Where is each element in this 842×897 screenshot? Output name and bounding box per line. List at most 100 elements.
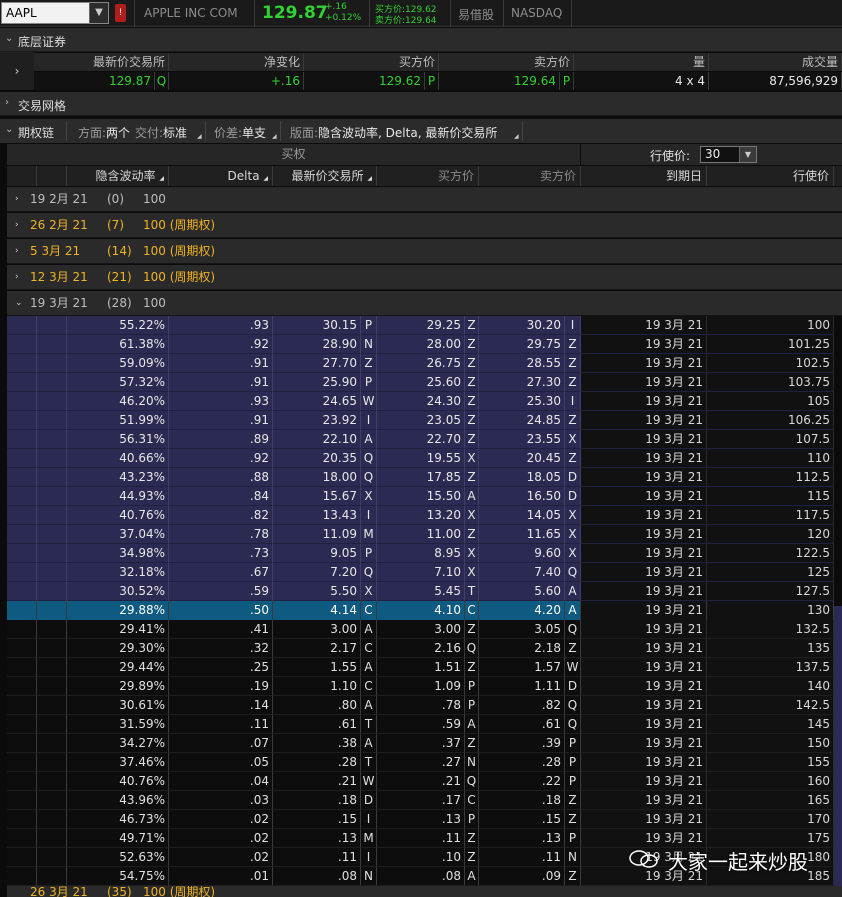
col-header-expiry[interactable]: 到期日	[581, 166, 707, 186]
expiry-cell: 19 3月 21	[581, 373, 707, 392]
chevron-down-icon[interactable]: ⌄	[5, 124, 13, 135]
option-row[interactable]: 40.76% .04.21 W .21 Q .22 P 19 3月 21 160	[7, 772, 842, 791]
expiration-row[interactable]: 26 3月 21 (35) 100 (周期权)	[7, 886, 842, 897]
side-selector[interactable]: 方面:两个	[78, 124, 130, 141]
strikes-count-select[interactable]: 30 ▼	[700, 146, 757, 163]
option-row[interactable]: 46.73% .02.15 I .13 P .15 Z 19 3月 21 170	[7, 810, 842, 829]
blank-cell	[7, 791, 37, 810]
expiry-cell: 19 3月 21	[581, 487, 707, 506]
spread-selector[interactable]: 价差:单支	[214, 124, 266, 141]
option-row[interactable]: 57.32% .91 25.90 P 25.60 Z 27.30 Z 19 3月 21 103.7…	[7, 373, 842, 392]
col-header-net-change[interactable]: 净变化	[169, 53, 304, 71]
underlying-bid-exchange: P	[425, 72, 439, 90]
last-price-cell: 1.55	[273, 658, 361, 677]
blank-cell	[37, 772, 67, 791]
iv-cell: 30.52%	[67, 582, 169, 601]
strike-cell: 122.5	[707, 544, 834, 563]
col-header-ask[interactable]: 卖方价	[439, 53, 574, 71]
spread-value: 单支	[242, 126, 267, 140]
ask-cell: 25.30	[479, 392, 565, 411]
delta-cell: .59	[169, 582, 273, 601]
option-row[interactable]: 51.99% .91 23.92 I 23.05 Z 24.85 Z 19 3月 21 106.2…	[7, 411, 842, 430]
bid-exchange-cell: N	[465, 753, 479, 772]
option-row[interactable]: 31.59% .11.61 T .59 A .61 Q 19 3月 21 145	[7, 715, 842, 734]
expiration-row[interactable]: › 12 3月 21 (21) 100 (周期权)	[7, 265, 842, 290]
ask-cell: 27.30	[479, 373, 565, 392]
blank-cell	[7, 810, 37, 829]
expiration-date: 5 3月 21	[30, 244, 81, 258]
option-row[interactable]: 56.31% .89 22.10 A 22.70 Z 23.55 X 19 3月 21 107.5	[7, 430, 842, 449]
layout-selector[interactable]: 版面:隐含波动率, Delta, 最新价交易所	[290, 124, 497, 141]
option-row[interactable]: 29.30% .32 2.17 C 2.16 Q 2.18 Z 19 3月 21 135	[7, 639, 842, 658]
option-row[interactable]: 43.23% .88 18.00 Q 17.85 Z 18.05 D 19 3月 21 112.5	[7, 468, 842, 487]
option-row[interactable]: 40.76% .82 13.43 I 13.20 X 14.05 X 19 3月 21 117.5	[7, 506, 842, 525]
section-title: 底层证券	[18, 35, 67, 49]
iv-cell: 29.30%	[67, 639, 169, 658]
col-header-size[interactable]: 量	[574, 53, 709, 71]
strike-cell: 145	[707, 715, 834, 734]
last-price-cell: .11	[273, 848, 361, 867]
option-row[interactable]: 46.20% .93 24.65 W 24.30 Z 25.30 I 19 3月 21 105	[7, 392, 842, 411]
option-row[interactable]: 37.46% .05.28 T .27 N .28 P 19 3月 21 155	[7, 753, 842, 772]
hard-to-borrow-label: 易借股	[458, 8, 495, 22]
divider	[503, 0, 504, 27]
col-header-iv[interactable]: 隐含波动率 ◢	[67, 166, 169, 186]
ask-cell: .13	[479, 829, 565, 848]
option-row[interactable]: 44.93% .84 15.67 X 15.50 A 16.50 D 19 3月 21 115	[7, 487, 842, 506]
chevron-right-icon[interactable]: ›	[0, 52, 34, 90]
last-price-cell: 28.90	[273, 335, 361, 354]
puts-edge	[834, 658, 842, 677]
col-header-ask[interactable]: 卖方价	[479, 166, 581, 186]
option-row[interactable]: 37.04% .78 11.09 M 11.00 Z 11.65 X 19 3月 21 120	[7, 525, 842, 544]
side-label: 方面:	[78, 126, 107, 140]
col-header-volume[interactable]: 成交量	[709, 53, 842, 71]
option-row[interactable]: 59.09% .91 27.70 Z 26.75 Z 28.55 Z 19 3月 21 102.5	[7, 354, 842, 373]
last-price-cell: 11.09	[273, 525, 361, 544]
alert-icon[interactable]: !	[115, 4, 126, 22]
option-row[interactable]: 29.89% .19 1.10 C 1.09 P 1.11 D 19 3月 21 140	[7, 677, 842, 696]
blank-cell	[7, 487, 37, 506]
bid-exchange-cell: Z	[465, 468, 479, 487]
expiry-type-selector[interactable]: 交付:标准	[135, 124, 187, 141]
expiration-row[interactable]: › 19 2月 21 (0) 100	[7, 187, 842, 212]
option-row[interactable]: 30.52% .59 5.50 X 5.45 T 5.60 A 19 3月 21 127.5	[7, 582, 842, 601]
option-row[interactable]: 32.18% .67 7.20 Q 7.10 X 7.40 Q 19 3月 21 125	[7, 563, 842, 582]
expiration-row[interactable]: ⌄ 19 3月 21 (28) 100	[7, 291, 842, 316]
strike-cell: 101.25	[707, 335, 834, 354]
blank-cell	[37, 525, 67, 544]
expiration-row[interactable]: › 5 3月 21 (14) 100 (周期权)	[7, 239, 842, 264]
option-row[interactable]: 29.88% .50 4.14 C 4.10 C 4.20 A 19 3月 21 130	[7, 601, 842, 620]
option-row[interactable]: 34.27% .07.38 A .37 Z .39 P 19 3月 21 150	[7, 734, 842, 753]
option-row[interactable]: 55.22% .93 30.15 P 29.25 Z 30.20 I 19 3月 21 100	[7, 316, 842, 335]
underlying-section-toggle[interactable]: ⌄ 底层证券	[0, 28, 842, 52]
expiration-row[interactable]: › 26 2月 21 (7) 100 (周期权)	[7, 213, 842, 238]
chevron-down-icon[interactable]: ▼	[89, 3, 108, 23]
col-header-last-exch[interactable]: 最新价交易所	[34, 53, 169, 71]
option-row[interactable]: 43.96% .03.18 D .17 C .18 Z 19 3月 21 165	[7, 791, 842, 810]
col-header-bid[interactable]: 买方价	[377, 166, 479, 186]
company-name: APPLE INC COM	[144, 6, 238, 20]
divider	[571, 0, 572, 27]
col-header-bid[interactable]: 买方价	[304, 53, 439, 71]
option-row[interactable]: 34.98% .73 9.05 P 8.95 X 9.60 X 19 3月 21 122.5	[7, 544, 842, 563]
col-header-last-exch[interactable]: 最新价交易所 ◢	[273, 166, 377, 186]
col-header-delta[interactable]: Delta ◢	[169, 166, 273, 186]
col-header-strike[interactable]: 行使价	[707, 166, 834, 186]
option-row[interactable]: 29.44% .25 1.55 A 1.51 Z 1.57 W 19 3月 21 137.5	[7, 658, 842, 677]
underlying-ask: 129.64	[439, 72, 560, 90]
bid-cell: 17.85	[377, 468, 465, 487]
option-row[interactable]: 40.66% .92 20.35 Q 19.55 X 20.45 Z 19 3月 21 110	[7, 449, 842, 468]
option-row[interactable]: 29.41% .41 3.00 A 3.00 Z 3.05 Q 19 3月 21 132.5	[7, 620, 842, 639]
ask-cell: .28	[479, 753, 565, 772]
last-exchange-cell: Q	[361, 449, 377, 468]
option-row[interactable]: 30.61% .14.80 A .78 P .82 Q 19 3月 21 142.5	[7, 696, 842, 715]
delta-cell: .02	[169, 848, 273, 867]
expiration-days: (14)	[107, 244, 132, 258]
option-row[interactable]: 61.38% .92 28.90 N 28.00 Z 29.75 Z 19 3月 21 101.2…	[7, 335, 842, 354]
blank-cell	[7, 449, 37, 468]
expiry-cell: 19 3月 21	[581, 696, 707, 715]
blank-cell	[37, 753, 67, 772]
ask-cell: 7.40	[479, 563, 565, 582]
trade-grid-section-toggle[interactable]: › 交易网格	[0, 92, 842, 116]
divider	[450, 0, 451, 27]
